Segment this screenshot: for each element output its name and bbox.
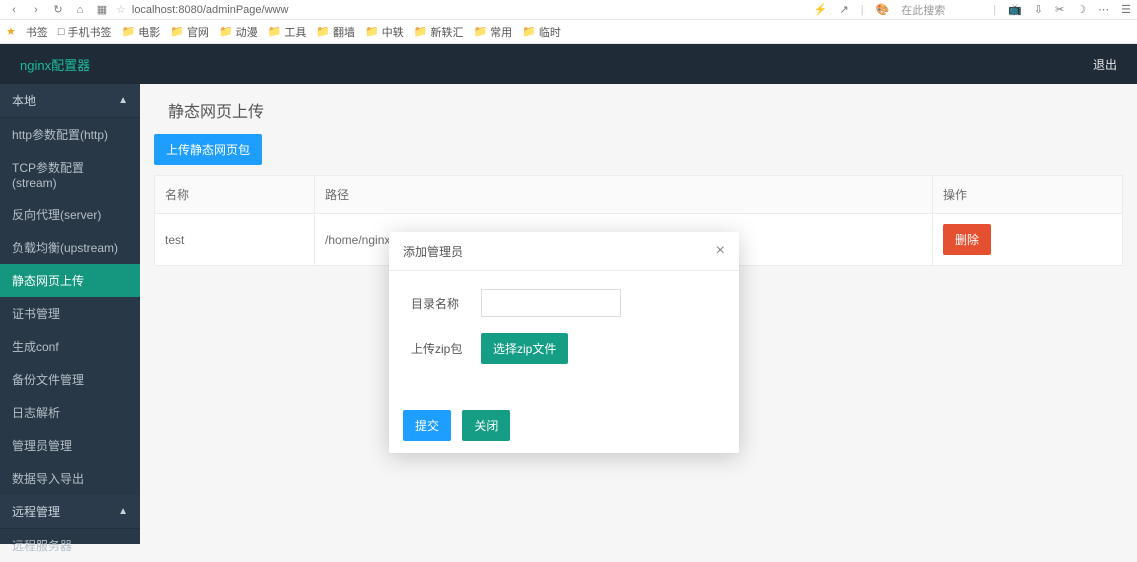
close-icon[interactable]: × bbox=[716, 242, 725, 260]
palette-icon[interactable]: 🎨 bbox=[876, 3, 890, 16]
bookmark-folder[interactable]: 📁新轶汇 bbox=[414, 24, 464, 40]
sidebar: 本地 ▲ http参数配置(http) TCP参数配置(stream) 反向代理… bbox=[0, 84, 140, 544]
bookmark-bar: ★ 书签 □手机书签 📁电影 📁官网 📁动漫 📁工具 📁翻墙 📁中轶 📁新轶汇 … bbox=[0, 20, 1137, 44]
bookmark-folder[interactable]: 📁电影 bbox=[122, 24, 161, 40]
cancel-button[interactable]: 关闭 bbox=[462, 410, 510, 441]
bolt-icon[interactable]: ⚡ bbox=[814, 3, 828, 16]
forward-icon[interactable]: › bbox=[28, 2, 44, 18]
th-op: 操作 bbox=[933, 176, 1123, 214]
bookmark-folder[interactable]: 📁临时 bbox=[522, 24, 561, 40]
sidebar-item-tcp[interactable]: TCP参数配置(stream) bbox=[0, 151, 140, 198]
search-box[interactable]: 在此搜索 bbox=[901, 2, 981, 18]
sidebar-item-log[interactable]: 日志解析 bbox=[0, 396, 140, 429]
bookmark-folder[interactable]: 📁官网 bbox=[170, 24, 209, 40]
delete-button[interactable]: 删除 bbox=[943, 224, 991, 255]
folder-icon: 📁 bbox=[365, 25, 379, 38]
th-name: 名称 bbox=[155, 176, 315, 214]
bookmark-folder[interactable]: 📁中轶 bbox=[365, 24, 404, 40]
video-icon[interactable]: 📺 bbox=[1008, 3, 1022, 16]
bookmark-mobile[interactable]: □手机书签 bbox=[58, 24, 112, 40]
page-title: 静态网页上传 bbox=[168, 98, 1123, 122]
bookmark-folder[interactable]: 📁常用 bbox=[473, 24, 512, 40]
chevron-up-icon: ▲ bbox=[118, 95, 128, 106]
sidebar-item-remote-server[interactable]: 远程服务器 bbox=[0, 529, 140, 562]
folder-icon: 📁 bbox=[268, 25, 282, 38]
sidebar-group-remote[interactable]: 远程管理 ▲ bbox=[0, 495, 140, 529]
download-icon[interactable]: ⇩ bbox=[1034, 3, 1043, 16]
separator: | bbox=[993, 4, 996, 16]
dir-label: 目录名称 bbox=[411, 295, 471, 312]
modal-add-admin: 添加管理员 × 目录名称 上传zip包 选择zip文件 提交 关闭 bbox=[389, 232, 739, 453]
zip-label: 上传zip包 bbox=[411, 340, 471, 357]
sidebar-item-backup[interactable]: 备份文件管理 bbox=[0, 363, 140, 396]
bookmark-folder[interactable]: 📁工具 bbox=[268, 24, 307, 40]
theme-icon[interactable]: ☽ bbox=[1076, 3, 1086, 16]
more-icon[interactable]: ⋯ bbox=[1098, 3, 1109, 16]
folder-icon: 📁 bbox=[219, 25, 233, 38]
sidebar-item-static-upload[interactable]: 静态网页上传 bbox=[0, 264, 140, 297]
sidebar-item-upstream[interactable]: 负载均衡(upstream) bbox=[0, 231, 140, 264]
sidebar-item-cert[interactable]: 证书管理 bbox=[0, 297, 140, 330]
sidebar-item-data[interactable]: 数据导入导出 bbox=[0, 462, 140, 495]
cut-icon[interactable]: ✂ bbox=[1055, 3, 1064, 16]
bookmark-root[interactable]: 书签 bbox=[26, 24, 48, 40]
mobile-icon: □ bbox=[58, 26, 65, 38]
folder-icon: 📁 bbox=[170, 25, 184, 38]
app-header: nginx配置器 退出 bbox=[0, 44, 1137, 84]
select-zip-button[interactable]: 选择zip文件 bbox=[481, 333, 568, 364]
brand-title: nginx配置器 bbox=[20, 55, 90, 74]
folder-icon: 📁 bbox=[414, 25, 428, 38]
address-bar[interactable]: ☆ localhost:8080/adminPage/www bbox=[116, 3, 814, 16]
logout-link[interactable]: 退出 bbox=[1093, 56, 1117, 73]
folder-icon: 📁 bbox=[522, 25, 536, 38]
back-icon[interactable]: ‹ bbox=[6, 2, 22, 18]
folder-icon: 📁 bbox=[473, 25, 487, 38]
sidebar-item-http[interactable]: http参数配置(http) bbox=[0, 118, 140, 151]
url-text: localhost:8080/adminPage/www bbox=[132, 4, 289, 16]
separator: | bbox=[861, 4, 864, 16]
chevron-up-icon: ▲ bbox=[118, 506, 128, 517]
home-icon[interactable]: ⌂ bbox=[72, 2, 88, 18]
sidebar-group-local[interactable]: 本地 ▲ bbox=[0, 84, 140, 118]
th-path: 路径 bbox=[315, 176, 933, 214]
cell-op: 删除 bbox=[933, 214, 1123, 266]
sidebar-item-server[interactable]: 反向代理(server) bbox=[0, 198, 140, 231]
dir-name-input[interactable] bbox=[481, 289, 621, 317]
favorite-icon[interactable]: ☆ bbox=[116, 3, 126, 16]
star-icon: ★ bbox=[6, 25, 16, 38]
folder-icon: 📁 bbox=[122, 25, 136, 38]
browser-toolbar: ‹ › ↻ ⌂ ▦ ☆ localhost:8080/adminPage/www… bbox=[0, 0, 1137, 20]
modal-title: 添加管理员 bbox=[403, 243, 463, 260]
share-icon[interactable]: ↗ bbox=[839, 3, 848, 16]
folder-icon: 📁 bbox=[316, 25, 330, 38]
bookmark-folder[interactable]: 📁动漫 bbox=[219, 24, 258, 40]
bookmark-folder[interactable]: 📁翻墙 bbox=[316, 24, 355, 40]
sidebar-item-admin[interactable]: 管理员管理 bbox=[0, 429, 140, 462]
sidebar-item-conf[interactable]: 生成conf bbox=[0, 330, 140, 363]
ext-icon[interactable]: ▦ bbox=[94, 2, 110, 18]
submit-button[interactable]: 提交 bbox=[403, 410, 451, 441]
upload-button[interactable]: 上传静态网页包 bbox=[154, 134, 262, 165]
menu-icon[interactable]: ☰ bbox=[1121, 3, 1131, 16]
cell-name: test bbox=[155, 214, 315, 266]
reload-icon[interactable]: ↻ bbox=[50, 2, 66, 18]
